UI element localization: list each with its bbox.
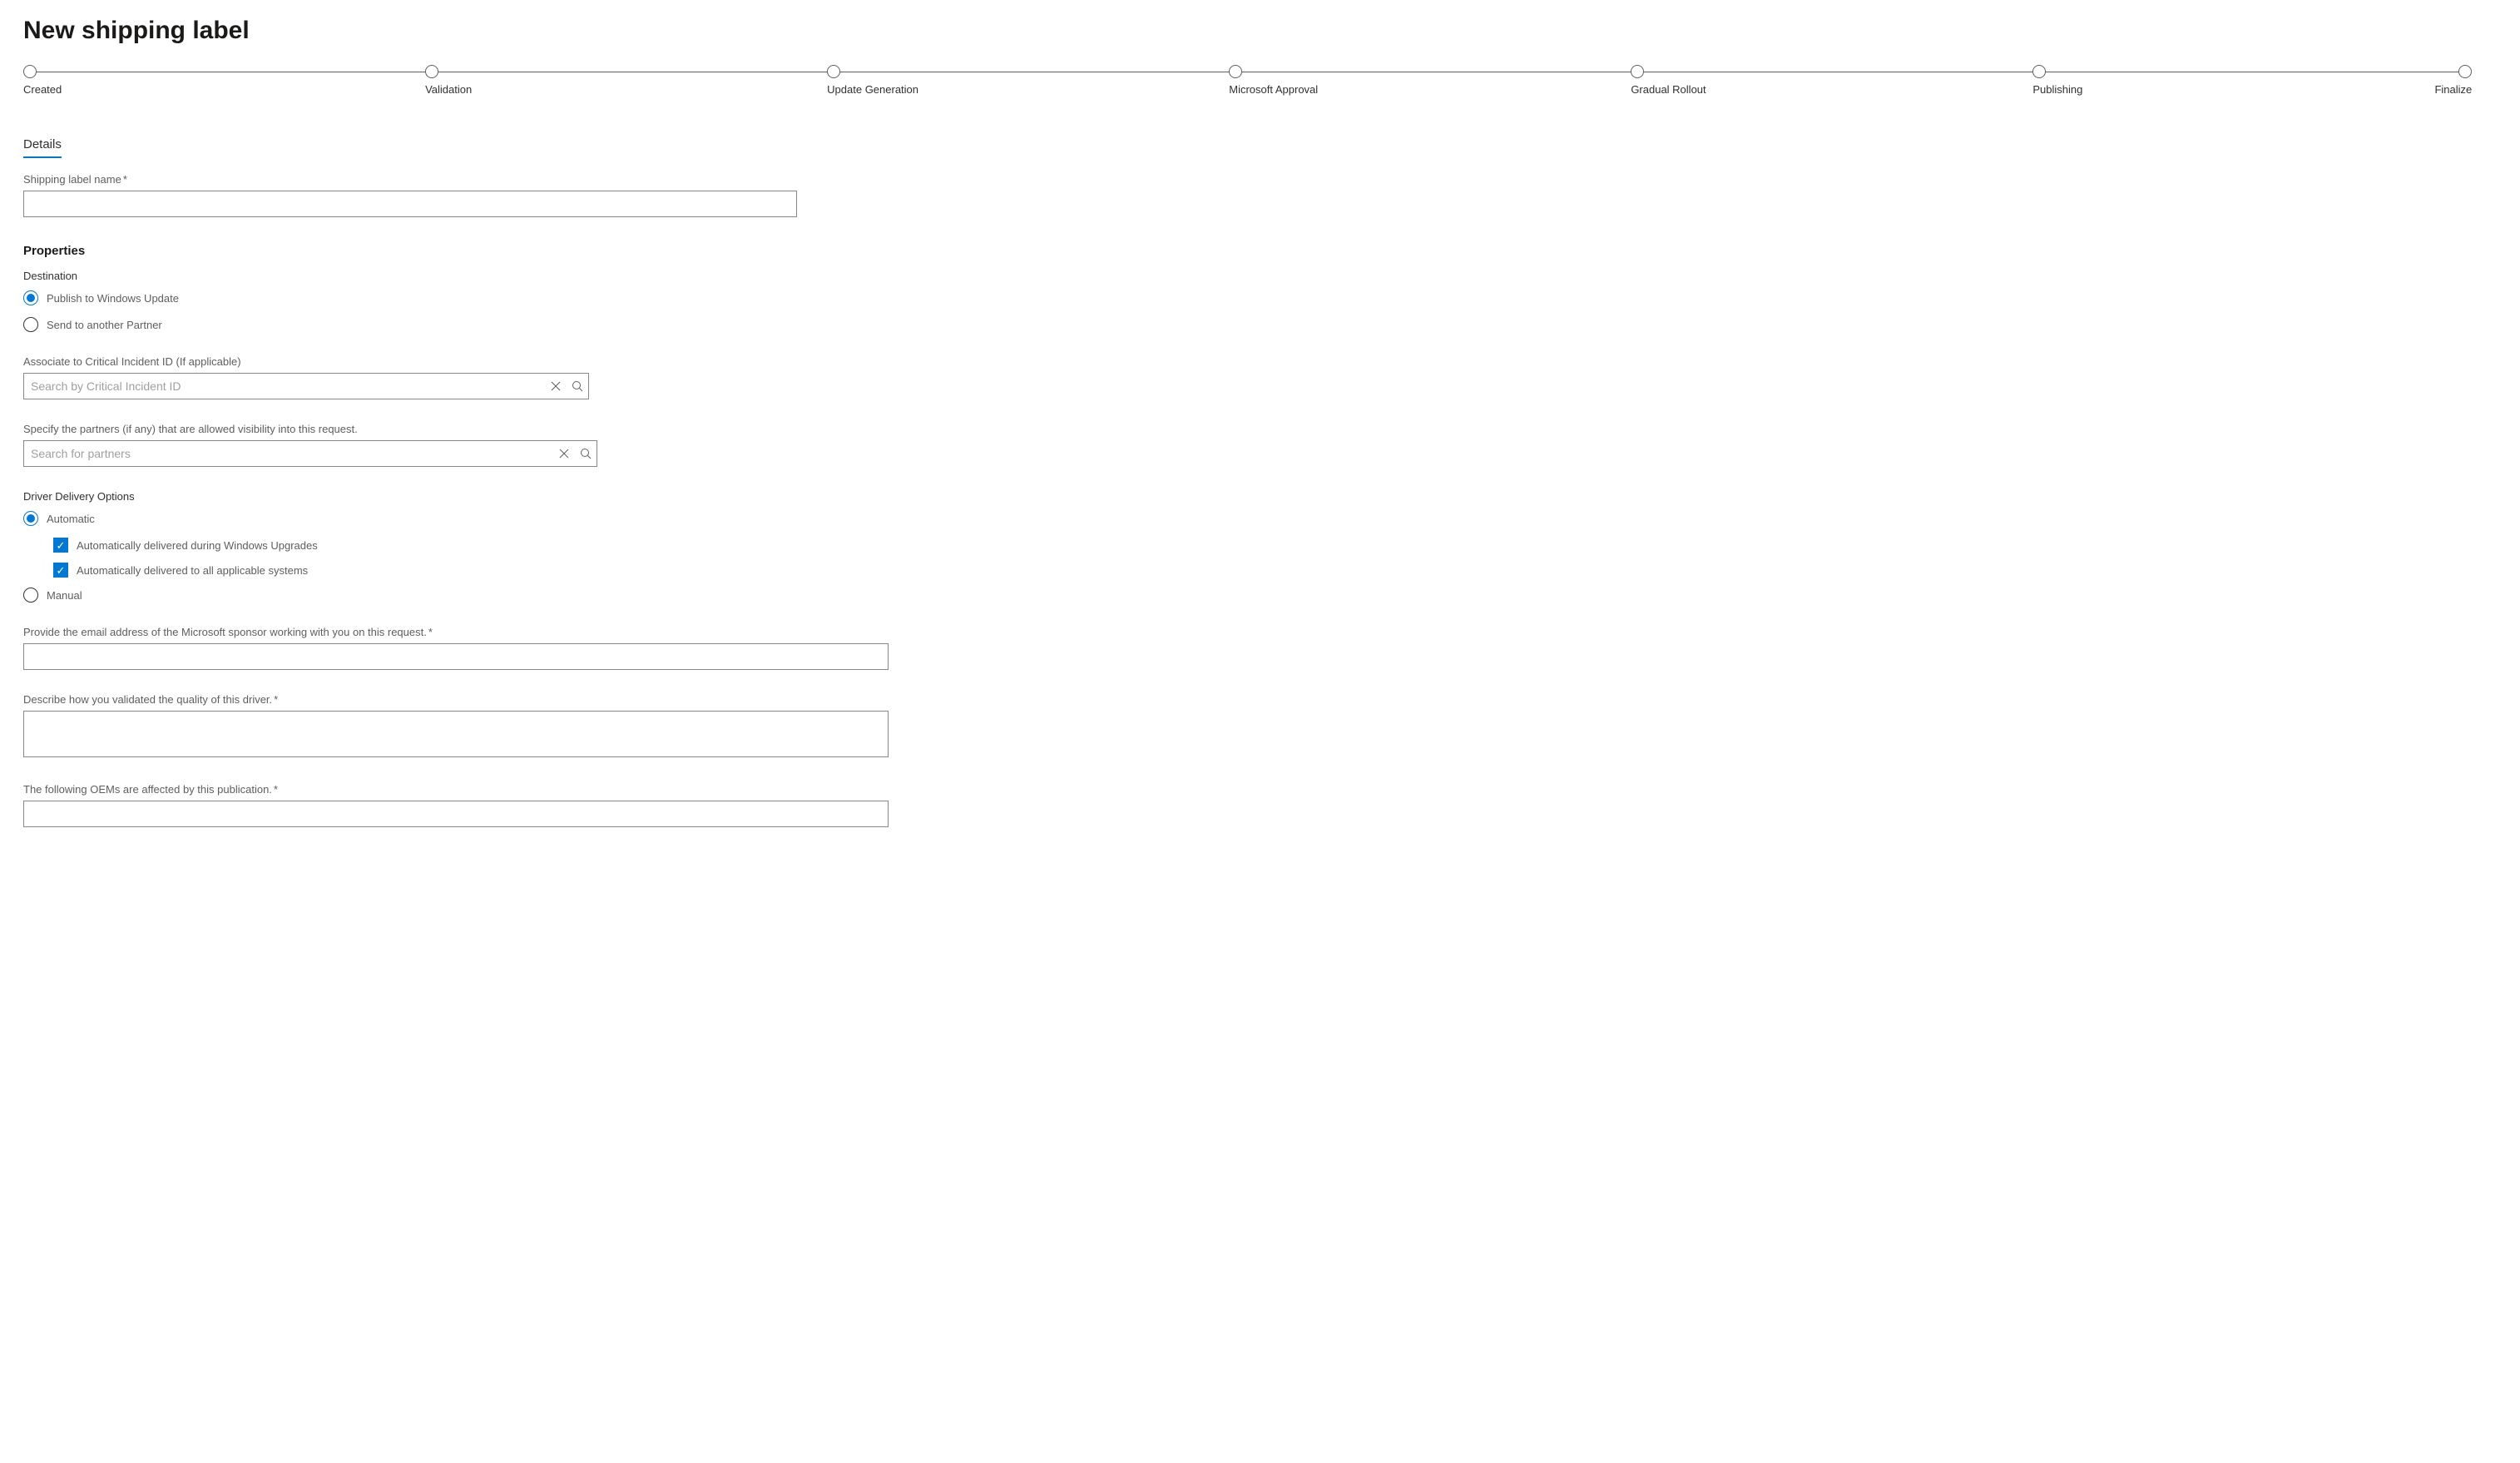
critical-incident-search-input[interactable] (23, 373, 589, 399)
step-circle-icon (425, 65, 438, 78)
step-update-generation: Update Generation (827, 65, 1229, 96)
step-label: Created (23, 83, 62, 96)
field-validation-desc: Describe how you validated the quality o… (23, 693, 2497, 760)
step-label: Update Generation (827, 83, 918, 96)
driver-delivery-group: Driver Delivery Options Automatic ✓ Auto… (23, 490, 2497, 603)
shipping-label-name-input[interactable] (23, 191, 797, 217)
step-label: Gradual Rollout (1631, 83, 1706, 96)
radio-label: Send to another Partner (47, 319, 162, 331)
checkbox-icon: ✓ (53, 563, 68, 578)
step-label: Validation (425, 83, 472, 96)
clear-icon[interactable] (557, 447, 571, 460)
radio-automatic[interactable]: Automatic (23, 511, 2497, 526)
step-circle-icon (2032, 65, 2046, 78)
step-circle-icon (2458, 65, 2472, 78)
destination-label: Destination (23, 270, 2497, 282)
step-circle-icon (1229, 65, 1242, 78)
checkbox-auto-upgrades[interactable]: ✓ Automatically delivered during Windows… (53, 538, 2497, 553)
step-finalize: Finalize (2434, 65, 2472, 96)
checkbox-label: Automatically delivered during Windows U… (77, 539, 318, 552)
field-critical-incident: Associate to Critical Incident ID (If ap… (23, 355, 2497, 399)
radio-label: Automatic (47, 513, 95, 525)
validation-desc-label: Describe how you validated the quality o… (23, 693, 2497, 706)
field-shipping-label-name: Shipping label name (23, 173, 2497, 217)
step-gradual-rollout: Gradual Rollout (1631, 65, 2032, 96)
step-microsoft-approval: Microsoft Approval (1229, 65, 1631, 96)
radio-icon (23, 588, 38, 603)
radio-manual[interactable]: Manual (23, 588, 2497, 603)
checkbox-auto-systems[interactable]: ✓ Automatically delivered to all applica… (53, 563, 2497, 578)
oems-affected-label: The following OEMs are affected by this … (23, 783, 2497, 796)
partner-visibility-label: Specify the partners (if any) that are a… (23, 423, 2497, 435)
field-partner-visibility: Specify the partners (if any) that are a… (23, 423, 2497, 467)
radio-label: Manual (47, 589, 82, 602)
radio-icon (23, 317, 38, 332)
step-label: Finalize (2434, 83, 2472, 96)
checkbox-label: Automatically delivered to all applicabl… (77, 564, 308, 577)
step-publishing: Publishing (2032, 65, 2434, 96)
clear-icon[interactable] (549, 379, 562, 393)
search-icon[interactable] (579, 447, 592, 460)
step-circle-icon (827, 65, 840, 78)
radio-icon (23, 290, 38, 305)
checkbox-icon: ✓ (53, 538, 68, 553)
tab-details[interactable]: Details (23, 137, 62, 158)
progress-stepper: Created Validation Update Generation Mic… (23, 65, 2472, 96)
field-sponsor-email: Provide the email address of the Microso… (23, 626, 2497, 670)
radio-send-another-partner[interactable]: Send to another Partner (23, 317, 2497, 332)
partner-search-input[interactable] (23, 440, 597, 467)
step-circle-icon (23, 65, 37, 78)
sponsor-email-input[interactable] (23, 643, 889, 670)
step-created: Created (23, 65, 425, 96)
step-validation: Validation (425, 65, 827, 96)
sponsor-email-label: Provide the email address of the Microso… (23, 626, 2497, 638)
driver-delivery-label: Driver Delivery Options (23, 490, 2497, 503)
step-label: Microsoft Approval (1229, 83, 1318, 96)
radio-label: Publish to Windows Update (47, 292, 179, 305)
step-circle-icon (1631, 65, 1644, 78)
validation-desc-textarea[interactable] (23, 711, 889, 757)
field-oems-affected: The following OEMs are affected by this … (23, 783, 2497, 827)
shipping-label-name-label: Shipping label name (23, 173, 2497, 186)
step-label: Publishing (2032, 83, 2082, 96)
oems-affected-input[interactable] (23, 801, 889, 827)
search-icon[interactable] (571, 379, 584, 393)
properties-heading: Properties (23, 244, 2497, 258)
radio-publish-windows-update[interactable]: Publish to Windows Update (23, 290, 2497, 305)
critical-incident-label: Associate to Critical Incident ID (If ap… (23, 355, 2497, 368)
destination-group: Destination Publish to Windows Update Se… (23, 270, 2497, 332)
page-title: New shipping label (23, 17, 2497, 45)
tabs: Details (23, 137, 2497, 158)
radio-icon (23, 511, 38, 526)
